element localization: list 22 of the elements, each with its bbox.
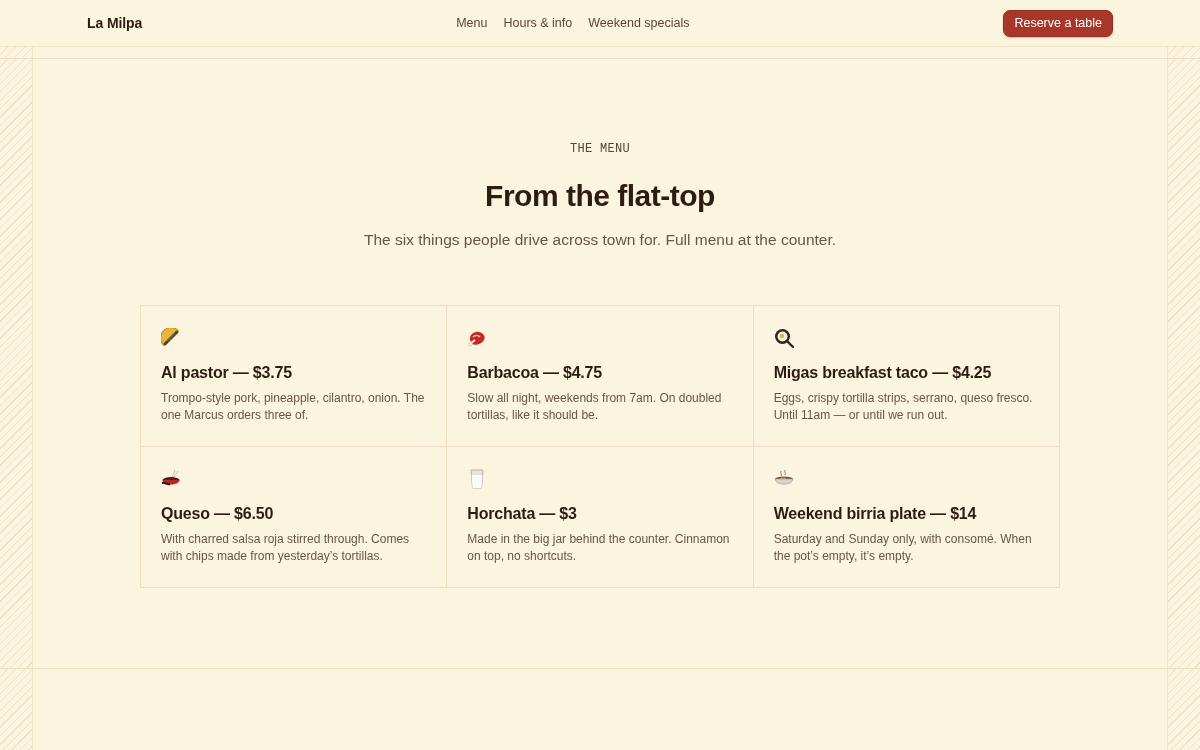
item-description: Saturday and Sunday only, with consomé. When the pot’s empty, it’s empty. [773, 531, 1033, 566]
item-title: Barbacoa — $4.75 [467, 363, 603, 383]
item-title: Al pastor — $3.75 [161, 363, 293, 383]
frying-pan-icon [773, 328, 794, 349]
taco-icon [161, 328, 181, 349]
nav-link[interactable]: Weekend specials [588, 13, 690, 33]
item-description: Slow all night, weekends from 7am. On doubled tortillas, like it should be. [467, 390, 723, 425]
item-description: Trompo-style pork, pineapple, cilantro, onion. The one Marcus orders three of. [161, 390, 426, 425]
item-title: Migas breakfast taco — $4.25 [773, 363, 993, 383]
item-title: Queso — $6.50 [161, 504, 275, 524]
item-description: Eggs, crispy tortilla strips, serrano, queso fresco. Until 11am — or until we run out. [773, 390, 1034, 425]
item-description: Made in the big jar behind the counter. Cinnamon on top, no shortcuts. [467, 531, 731, 566]
nav-link[interactable]: Menu [456, 13, 488, 33]
section-heading: From the flat-top [485, 178, 715, 214]
nav-link[interactable]: Hours & info [503, 13, 573, 33]
item-description: With charred salsa roja stirred through. Comes with chips made from yesterday’s tortillas. [161, 531, 411, 566]
item-title: Weekend birria plate — $14 [773, 504, 978, 524]
reserve-button[interactable]: Reserve a table [1003, 9, 1113, 37]
brand-name: La Milpa [87, 13, 143, 33]
section-eyebrow: THE MENU [570, 141, 630, 158]
section-subtitle: The six things people drive across town for. Full menu at the counter. [363, 230, 837, 250]
item-title: Horchata — $3 [467, 504, 578, 524]
